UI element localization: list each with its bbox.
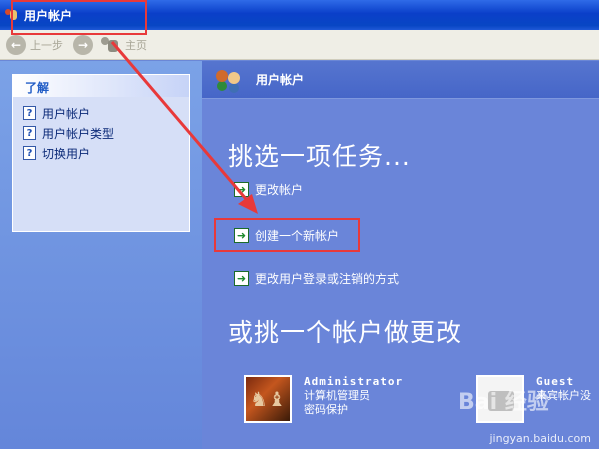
left-pane: 了解 ? 用户帐户 ? 用户帐户类型 ? 切换用户 [0, 61, 202, 449]
baidu-watermark-url: jingyan.baidu.com [489, 432, 591, 445]
help-icon: ? [23, 146, 36, 160]
learn-about-heading: 了解 [13, 75, 189, 97]
back-button[interactable]: 上一步 [30, 37, 63, 53]
account-type: 计算机管理员 [304, 389, 370, 402]
home-icon[interactable] [99, 36, 121, 54]
change-account-link[interactable]: ➜ 更改帐户 [234, 181, 303, 198]
baidu-watermark-logo: Bai 经验 [458, 390, 549, 415]
users-icon [214, 67, 244, 93]
sidebar-item-switch-user[interactable]: ? 切换用户 [23, 143, 189, 163]
account-name: Administrator [304, 375, 404, 388]
change-logon-method-link[interactable]: ➜ 更改用户登录或注销的方式 [234, 270, 399, 287]
help-icon: ? [23, 126, 36, 140]
account-info: Administrator 计算机管理员 密码保护 [304, 375, 403, 423]
sidebar-item-label[interactable]: 用户帐户 [42, 105, 90, 122]
account-status: 密码保护 [304, 403, 348, 416]
task-label[interactable]: 更改帐户 [255, 181, 303, 198]
annotation-box-title [11, 0, 147, 35]
help-icon: ? [23, 106, 36, 120]
annotation-box-create-account [214, 218, 360, 252]
pick-task-heading: 挑选一项任务... [228, 142, 411, 171]
sidebar-item-user-accounts[interactable]: ? 用户帐户 [23, 103, 189, 123]
main-header: 用户帐户 [202, 61, 599, 99]
sidebar-item-label[interactable]: 切换用户 [42, 145, 90, 162]
back-arrow-icon[interactable]: ← [6, 34, 26, 55]
learn-about-panel: 了解 ? 用户帐户 ? 用户帐户类型 ? 切换用户 [12, 74, 190, 232]
task-label[interactable]: 更改用户登录或注销的方式 [255, 270, 399, 287]
sidebar-item-account-types[interactable]: ? 用户帐户类型 [23, 123, 189, 143]
green-arrow-icon: ➜ [234, 271, 249, 286]
forward-arrow-icon[interactable]: → [73, 34, 93, 55]
sidebar-item-label[interactable]: 用户帐户类型 [42, 125, 114, 142]
green-arrow-icon: ➜ [234, 182, 249, 197]
pick-account-heading: 或挑一个帐户做更改 [228, 318, 463, 347]
chess-avatar[interactable] [244, 375, 292, 423]
account-administrator[interactable]: Administrator 计算机管理员 密码保护 [244, 375, 403, 423]
main-header-title: 用户帐户 [256, 73, 305, 87]
home-button[interactable]: 主页 [125, 37, 147, 53]
